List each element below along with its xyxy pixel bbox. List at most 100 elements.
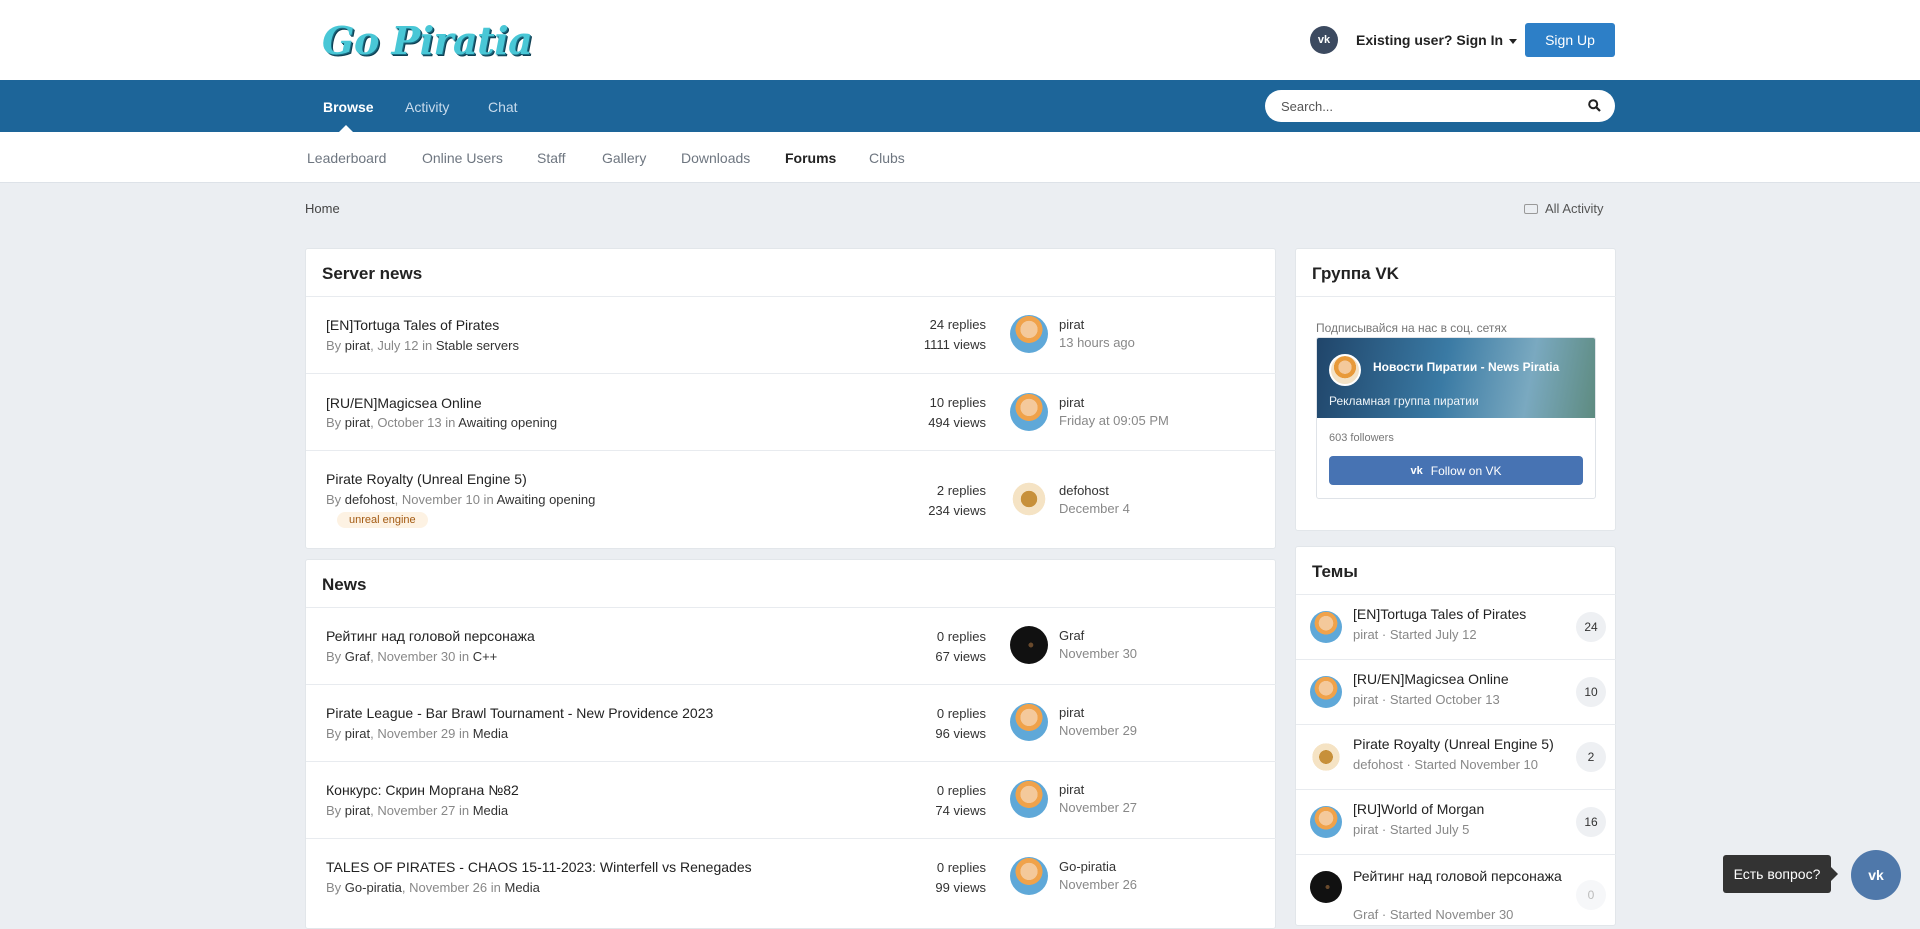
last-poster[interactable]: pirat (1059, 317, 1084, 332)
vk-icon[interactable]: vk (1310, 26, 1338, 54)
topics-widget: Темы [EN]Tortuga Tales of Pirates pirat … (1295, 546, 1616, 926)
widget-topic-title[interactable]: [EN]Tortuga Tales of Pirates (1353, 606, 1573, 622)
search-icon[interactable] (1588, 99, 1601, 112)
breadcrumb-home[interactable]: Home (305, 201, 340, 216)
avatar[interactable] (1310, 741, 1342, 773)
widget-topic-row[interactable]: [RU]World of Morgan pirat · Started July… (1296, 789, 1616, 854)
widget-topic-row[interactable]: [EN]Tortuga Tales of Pirates pirat · Sta… (1296, 594, 1616, 659)
topic-stats: 24 replies 1111 views (923, 317, 986, 352)
vk-group-avatar (1329, 354, 1361, 386)
topic-forum[interactable]: Media (504, 880, 539, 895)
topic-row[interactable]: Рейтинг над головой персонажа By Graf, N… (306, 607, 1276, 684)
topic-author[interactable]: pirat (345, 803, 370, 818)
topic-row[interactable]: Pirate Royalty (Unreal Engine 5) By defo… (306, 450, 1276, 549)
topic-meta: By pirat, November 27 in Media (326, 803, 509, 818)
topic-tag[interactable]: unreal engine (337, 512, 428, 528)
topic-author[interactable]: pirat (345, 415, 370, 430)
last-post-date: December 4 (1059, 501, 1130, 516)
last-poster[interactable]: Graf (1059, 628, 1084, 643)
site-logo[interactable]: Go Piratia (322, 18, 533, 63)
topic-forum[interactable]: Awaiting opening (497, 492, 596, 507)
card-title: News (322, 575, 367, 594)
topic-stats: 0 replies 67 views (935, 629, 986, 664)
topic-title[interactable]: Конкурс: Скрин Моргана №82 (326, 782, 519, 798)
topic-title[interactable]: [RU/EN]Magicsea Online (326, 395, 482, 411)
topic-forum[interactable]: C++ (473, 649, 498, 664)
tab-activity[interactable]: Activity (405, 99, 449, 115)
topic-author[interactable]: pirat (345, 726, 370, 741)
topic-title[interactable]: [EN]Tortuga Tales of Pirates (326, 317, 499, 333)
last-post-date: November 30 (1059, 646, 1138, 661)
signin-dropdown[interactable]: Existing user? Sign In (1356, 32, 1518, 48)
topic-title[interactable]: Pirate League - Bar Brawl Tournament - N… (326, 705, 713, 721)
signin-label: Existing user? Sign In (1356, 32, 1504, 48)
topic-row[interactable]: TALES OF PIRATES - CHAOS 15-11-2023: Win… (306, 838, 1276, 915)
widget-topic-title[interactable]: [RU/EN]Magicsea Online (1353, 671, 1573, 687)
topic-row[interactable]: Конкурс: Скрин Моргана №82 By pirat, Nov… (306, 761, 1276, 838)
avatar[interactable] (1310, 871, 1342, 903)
topic-title[interactable]: TALES OF PIRATES - CHAOS 15-11-2023: Win… (326, 859, 752, 875)
avatar[interactable] (1310, 676, 1342, 708)
follow-vk-button[interactable]: vk Follow on VK (1329, 456, 1583, 485)
topic-forum[interactable]: Media (473, 726, 508, 741)
last-poster[interactable]: pirat (1059, 782, 1084, 797)
tab-chat[interactable]: Chat (488, 99, 518, 115)
last-poster[interactable]: pirat (1059, 395, 1084, 410)
topic-forum[interactable]: Awaiting opening (458, 415, 557, 430)
vk-group-desc: Рекламная группа пиратии (1329, 394, 1479, 408)
topic-title[interactable]: Рейтинг над головой персонажа (326, 628, 535, 644)
avatar[interactable] (1310, 806, 1342, 838)
widget-topic-title[interactable]: [RU]World of Morgan (1353, 801, 1573, 817)
follow-label: Follow on VK (1430, 463, 1502, 478)
vk-followers: 603 followers (1329, 432, 1394, 444)
widget-topic-row[interactable]: Pirate Royalty (Unreal Engine 5) defohos… (1296, 724, 1616, 789)
avatar[interactable] (1310, 611, 1342, 643)
reply-count-badge: 0 (1576, 880, 1606, 910)
server-news-card: Server news [EN]Tortuga Tales of Pirates… (305, 248, 1276, 549)
subnav-staff[interactable]: Staff (537, 150, 566, 166)
topic-row[interactable]: Pirate League - Bar Brawl Tournament - N… (306, 684, 1276, 761)
subnav-gallery[interactable]: Gallery (602, 150, 646, 166)
topic-row[interactable]: [EN]Tortuga Tales of Pirates By pirat, J… (306, 296, 1276, 373)
subnav-clubs[interactable]: Clubs (869, 150, 905, 166)
tab-browse[interactable]: Browse (323, 99, 374, 115)
avatar[interactable] (1010, 626, 1048, 664)
search-input[interactable]: Search... (1265, 90, 1615, 122)
subnav-forums[interactable]: Forums (785, 150, 836, 166)
secondary-nav: Leaderboard Online Users Staff Gallery D… (0, 132, 1920, 183)
topic-author[interactable]: pirat (345, 338, 370, 353)
avatar[interactable] (1010, 480, 1048, 518)
subnav-online-users[interactable]: Online Users (422, 150, 503, 166)
last-poster[interactable]: pirat (1059, 705, 1084, 720)
avatar[interactable] (1010, 315, 1048, 353)
topic-row[interactable]: [RU/EN]Magicsea Online By pirat, October… (306, 373, 1276, 450)
subnav-downloads[interactable]: Downloads (681, 150, 750, 166)
avatar[interactable] (1010, 703, 1048, 741)
widget-topic-row[interactable]: [RU/EN]Magicsea Online pirat · Started O… (1296, 659, 1616, 724)
topic-author[interactable]: Go-piratia (345, 880, 402, 895)
last-poster[interactable]: Go-piratia (1059, 859, 1116, 874)
topic-author[interactable]: defohost (345, 492, 395, 507)
avatar[interactable] (1010, 857, 1048, 895)
topic-author[interactable]: Graf (345, 649, 370, 664)
vk-embed: Новости Пиратии - News Piratia Рекламная… (1316, 337, 1596, 499)
topic-forum[interactable]: Media (473, 803, 508, 818)
all-activity-link[interactable]: All Activity (1524, 201, 1604, 216)
topic-title[interactable]: Pirate Royalty (Unreal Engine 5) (326, 471, 527, 487)
widget-topic-row[interactable]: Рейтинг над головой персонажа Graf · Sta… (1296, 854, 1616, 926)
vk-banner[interactable]: Новости Пиратии - News Piratia Рекламная… (1317, 338, 1595, 418)
vk-group-name[interactable]: Новости Пиратии - News Piratia (1373, 360, 1559, 374)
chat-tooltip: Есть вопрос? (1723, 855, 1838, 893)
topic-meta: By Graf, November 30 in C++ (326, 649, 498, 664)
widget-topic-title[interactable]: Pirate Royalty (Unreal Engine 5) (1353, 736, 1573, 752)
avatar[interactable] (1010, 393, 1048, 431)
avatar[interactable] (1010, 780, 1048, 818)
topic-forum[interactable]: Stable servers (436, 338, 519, 353)
vk-chat-button[interactable]: vk (1851, 850, 1901, 900)
widget-topic-title[interactable]: Рейтинг над головой персонажа (1353, 866, 1573, 887)
signup-button[interactable]: Sign Up (1525, 23, 1615, 57)
vk-icon: vk (1410, 464, 1423, 477)
activity-feed-icon (1524, 204, 1538, 214)
subnav-leaderboard[interactable]: Leaderboard (307, 150, 386, 166)
last-poster[interactable]: defohost (1059, 483, 1109, 498)
